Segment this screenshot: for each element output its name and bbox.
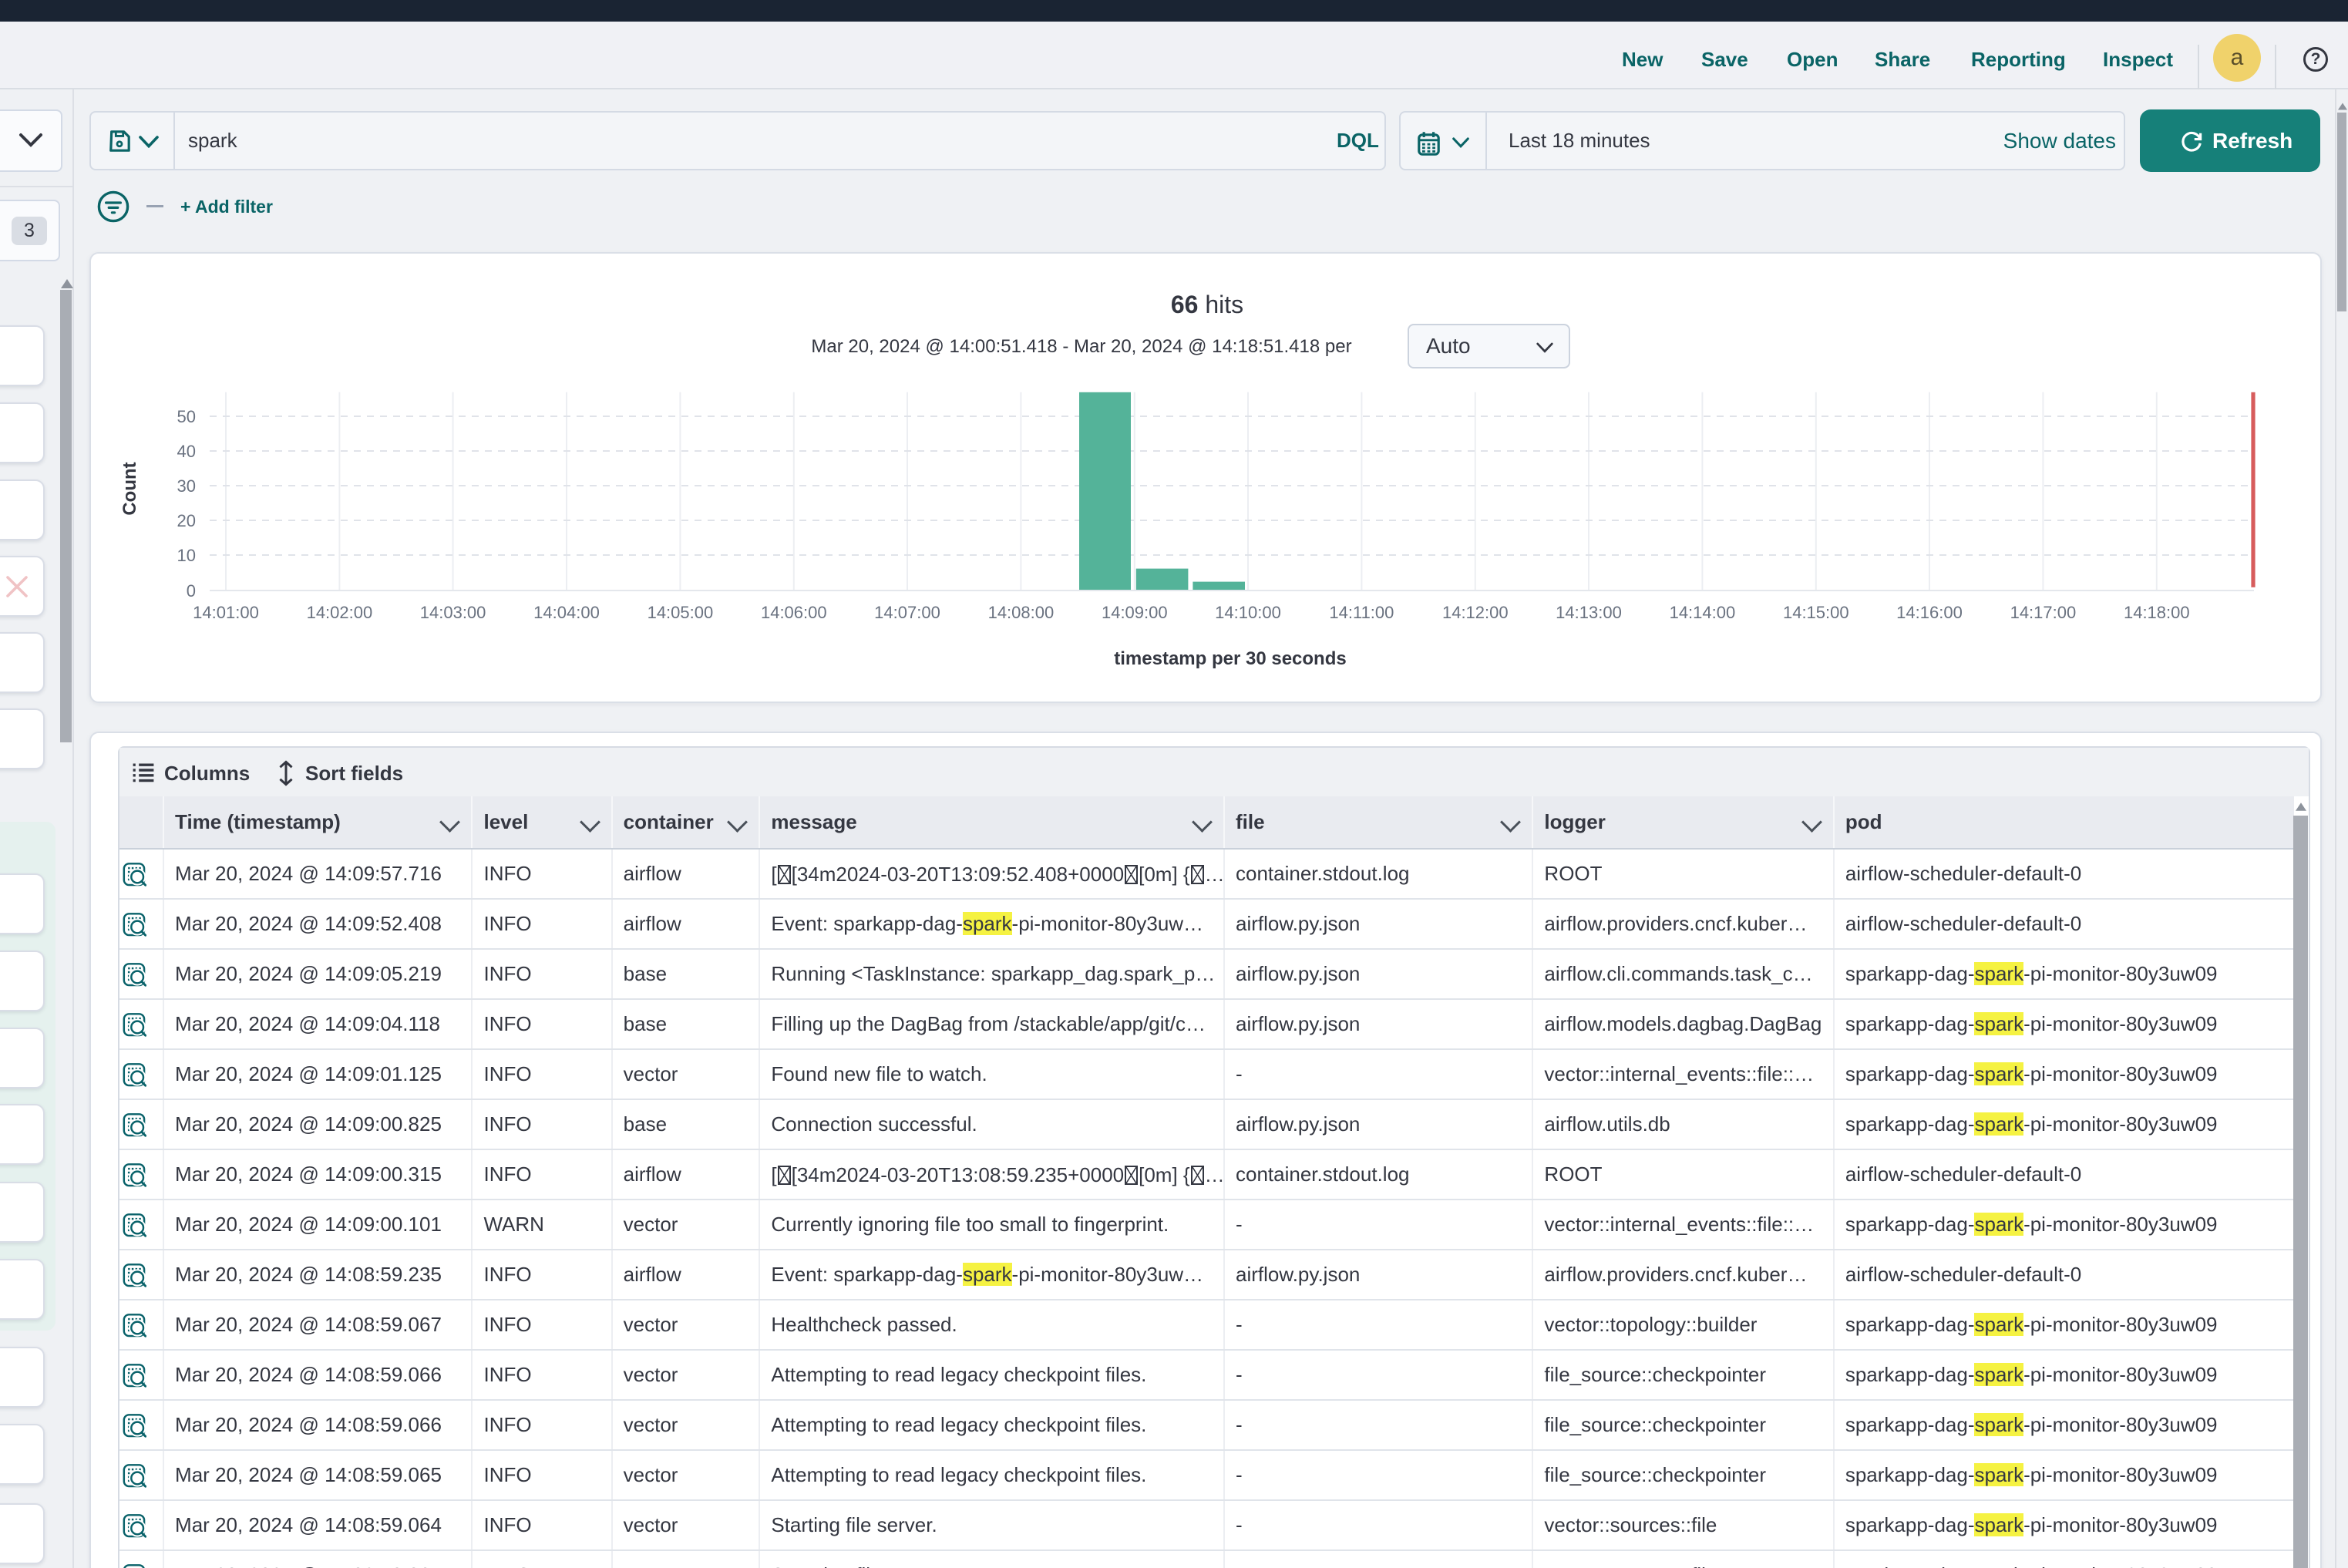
svg-text:Count: Count [119, 462, 140, 515]
svg-text:14:13:00: 14:13:00 [1556, 603, 1622, 622]
svg-text:10: 10 [177, 546, 196, 565]
svg-text:14:03:00: 14:03:00 [420, 603, 486, 622]
svg-text:0: 0 [187, 581, 196, 601]
svg-text:50: 50 [177, 407, 196, 426]
svg-text:14:14:00: 14:14:00 [1670, 603, 1736, 622]
svg-text:20: 20 [177, 511, 196, 530]
svg-text:14:09:00: 14:09:00 [1102, 603, 1168, 622]
svg-text:14:05:00: 14:05:00 [648, 603, 714, 622]
svg-text:14:02:00: 14:02:00 [307, 603, 373, 622]
svg-text:14:08:00: 14:08:00 [988, 603, 1055, 622]
svg-text:14:11:00: 14:11:00 [1329, 603, 1394, 622]
svg-text:14:15:00: 14:15:00 [1783, 603, 1849, 622]
svg-text:14:10:00: 14:10:00 [1215, 603, 1281, 622]
svg-text:14:07:00: 14:07:00 [874, 603, 940, 622]
svg-text:14:06:00: 14:06:00 [761, 603, 827, 622]
svg-text:14:04:00: 14:04:00 [533, 603, 600, 622]
svg-text:14:16:00: 14:16:00 [1896, 603, 1963, 622]
svg-text:30: 30 [177, 476, 196, 496]
svg-text:14:17:00: 14:17:00 [2010, 603, 2077, 622]
svg-text:timestamp per 30 seconds: timestamp per 30 seconds [1114, 648, 1346, 669]
svg-text:14:18:00: 14:18:00 [2124, 603, 2190, 622]
svg-text:40: 40 [177, 442, 196, 461]
svg-text:14:12:00: 14:12:00 [1442, 603, 1509, 622]
svg-text:14:01:00: 14:01:00 [193, 603, 259, 622]
